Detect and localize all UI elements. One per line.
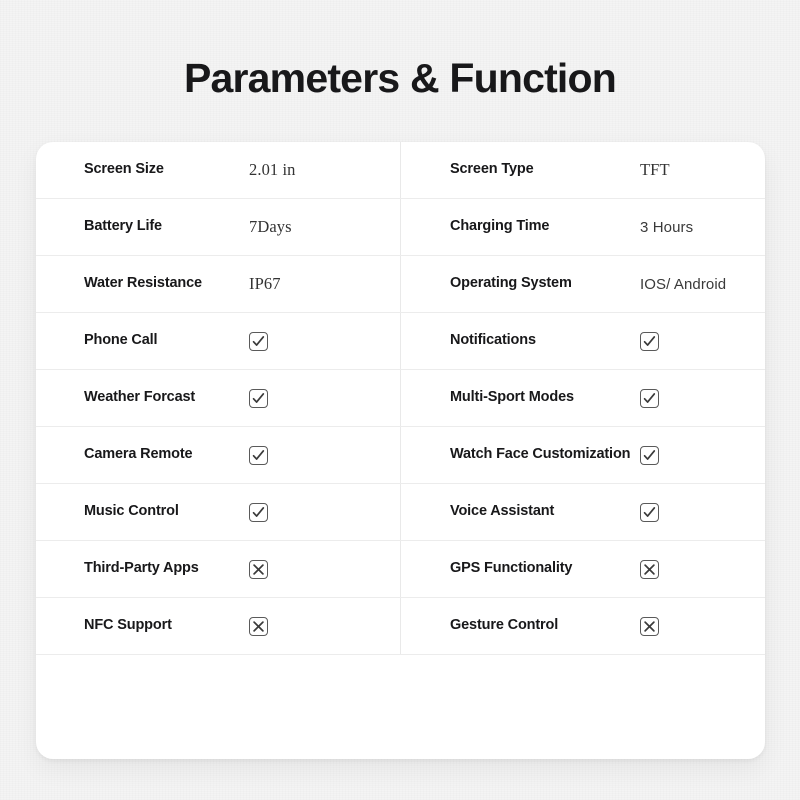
table-row: Water Resistance IP67 Operating System IOS/…	[36, 256, 765, 313]
spec-label: Weather Forcast	[84, 389, 196, 406]
spec-cell-right: Voice Assistant	[401, 484, 765, 540]
spec-label: Battery Life	[84, 218, 162, 235]
spec-cell-left: Weather Forcast	[36, 370, 401, 426]
specification-card: Screen Size 2.01 in Screen Type TFT Battery …	[36, 142, 765, 759]
table-row: NFC Support Gesture Control	[36, 598, 765, 655]
spec-value: 3 Hours	[640, 218, 694, 236]
spec-label: Watch Face Customization	[450, 446, 631, 463]
spec-label: Charging Time	[450, 218, 550, 235]
spec-cell-left: Screen Size 2.01 in	[36, 142, 401, 198]
checkbox-crossed-icon	[640, 559, 659, 579]
spec-label: GPS Functionality	[450, 560, 573, 577]
table-row: Weather Forcast Multi-Sport Modes	[36, 370, 765, 427]
spec-label: Screen Type	[450, 161, 534, 178]
spec-label: Third-Party Apps	[84, 560, 199, 577]
checkbox-checked-icon	[249, 388, 268, 408]
spec-value: IP67	[249, 274, 281, 293]
spec-cell-right: Multi-Sport Modes	[401, 370, 765, 426]
spec-cell-left: Phone Call	[36, 313, 401, 369]
spec-cell-right: Charging Time 3 Hours	[401, 199, 765, 255]
spec-cell-left: Camera Remote	[36, 427, 401, 483]
checkbox-crossed-icon	[640, 616, 659, 636]
spec-cell-right: GPS Functionality	[401, 541, 765, 597]
spec-cell-right: Screen Type TFT	[401, 142, 765, 198]
spec-cell-right: Notifications	[401, 313, 765, 369]
table-row: Third-Party Apps GPS Functionality	[36, 541, 765, 598]
checkbox-checked-icon	[640, 388, 659, 408]
spec-label: Gesture Control	[450, 617, 559, 634]
spec-label: Multi-Sport Modes	[450, 389, 574, 406]
spec-cell-left: Third-Party Apps	[36, 541, 401, 597]
spec-cell-left: Battery Life 7Days	[36, 199, 401, 255]
checkbox-checked-icon	[640, 502, 659, 522]
spec-cell-right: Watch Face Customization	[401, 427, 765, 483]
spec-value: 2.01 in	[249, 160, 296, 179]
spec-cell-right: Gesture Control	[401, 598, 765, 654]
card-empty-area	[36, 655, 765, 759]
checkbox-checked-icon	[249, 445, 268, 465]
page-root: Parameters & Function Screen Size 2.01 in…	[0, 0, 800, 800]
checkbox-crossed-icon	[249, 616, 268, 636]
spec-table: Screen Size 2.01 in Screen Type TFT Battery …	[36, 142, 765, 655]
spec-label: NFC Support	[84, 617, 172, 634]
spec-cell-right: Operating System IOS/ Android	[401, 256, 765, 312]
spec-cell-left: Water Resistance IP67	[36, 256, 401, 312]
spec-label: Voice Assistant	[450, 503, 555, 520]
spec-label: Water Resistance	[84, 275, 202, 292]
checkbox-checked-icon	[640, 445, 659, 465]
spec-label: Notifications	[450, 332, 536, 349]
checkbox-checked-icon	[249, 502, 268, 522]
spec-cell-left: Music Control	[36, 484, 401, 540]
spec-label: Phone Call	[84, 332, 158, 349]
spec-value: 7Days	[249, 217, 292, 236]
checkbox-checked-icon	[640, 331, 659, 351]
spec-label: Camera Remote	[84, 446, 193, 463]
checkbox-checked-icon	[249, 331, 268, 351]
spec-label: Music Control	[84, 503, 179, 520]
spec-value: TFT	[640, 160, 670, 179]
table-row: Camera Remote Watch Face Customization	[36, 427, 765, 484]
table-row: Screen Size 2.01 in Screen Type TFT	[36, 142, 765, 199]
spec-label: Operating System	[450, 275, 572, 292]
spec-value: IOS/ Android	[640, 275, 727, 293]
page-title: Parameters & Function	[183, 55, 617, 101]
spec-cell-left: NFC Support	[36, 598, 401, 654]
table-row: Music Control Voice Assistant	[36, 484, 765, 541]
table-row: Phone Call Notifications	[36, 313, 765, 370]
spec-label: Screen Size	[84, 161, 164, 178]
checkbox-crossed-icon	[249, 559, 268, 579]
table-row: Battery Life 7Days Charging Time 3 Hours	[36, 199, 765, 256]
